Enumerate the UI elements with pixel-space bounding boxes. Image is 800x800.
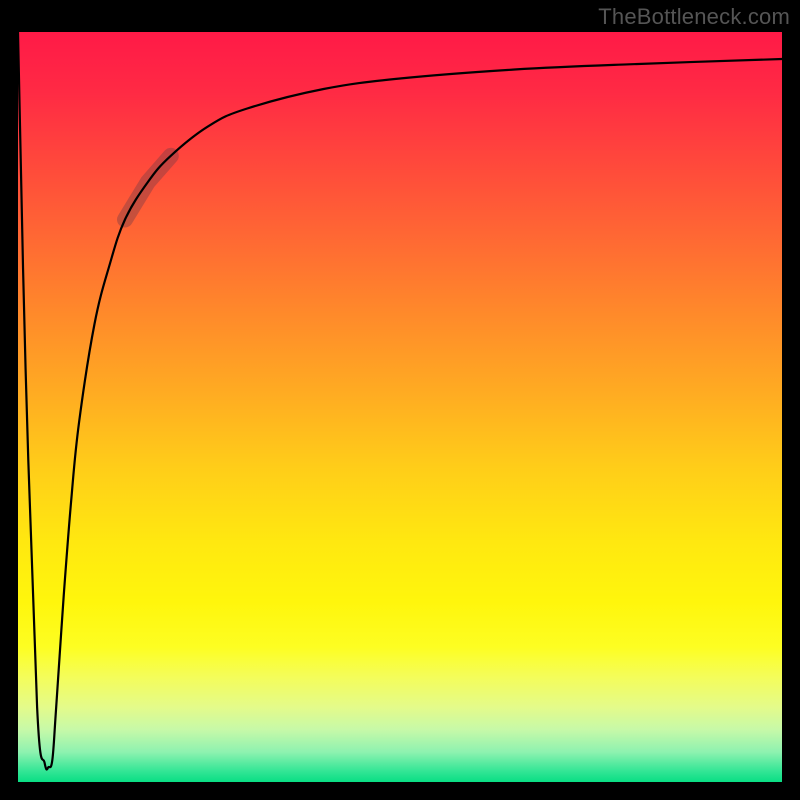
plot-area — [18, 32, 782, 782]
chart-container: TheBottleneck.com — [0, 0, 800, 800]
curve-layer — [18, 32, 782, 782]
bottleneck-curve — [18, 32, 782, 769]
highlight-smudge — [125, 156, 171, 220]
watermark-label: TheBottleneck.com — [598, 4, 790, 30]
